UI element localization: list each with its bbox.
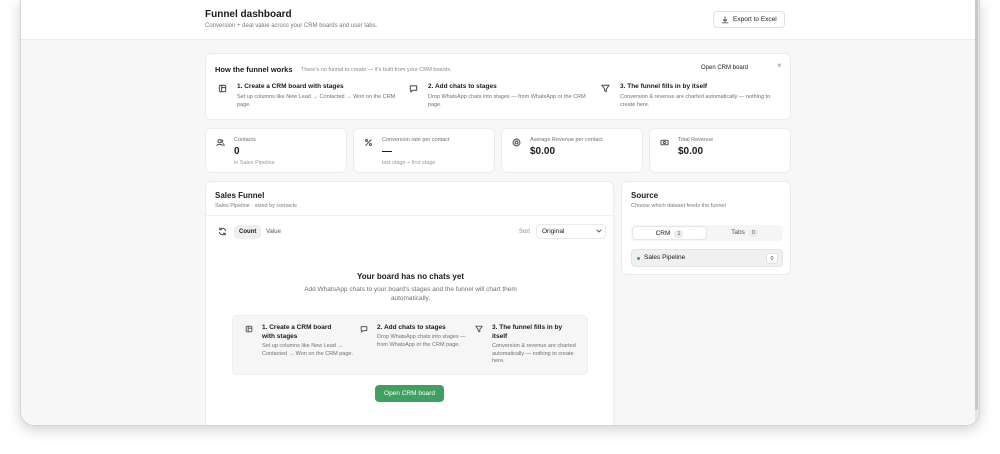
how-title: How the funnel works [215,65,293,74]
stat-label: Contacts [234,137,256,143]
app-window: Funnel dashboard Conversion + deal value… [20,0,980,426]
stat-average-revenue: Average Revenue per contact $0.00 [501,128,643,173]
page-subtitle: Conversion + deal value across your CRM … [205,23,378,29]
funnel-step-title: 3. The funnel fills in by itself [492,324,563,340]
tab-crm-count: 1 [674,230,684,238]
funnel-subtitle: Sales Pipeline · sized by contacts [215,203,297,209]
how-it-works-card: How the funnel works There's no funnel t… [205,53,791,120]
chat-icon [409,84,418,93]
funnel-title: Sales Funnel [215,191,265,200]
stat-label: Average Revenue per contact [530,137,603,143]
stat-total-revenue: Total Revenue $0.00 [649,128,791,173]
tab-tabs[interactable]: Tabs 0 [707,226,782,240]
how-step-title: 3. The funnel fills in by itself [620,83,708,90]
funnel-step-desc: Drop WhatsApp chats into stages — from W… [377,334,466,348]
how-step-desc: Drop WhatsApp chats into stages — from W… [428,94,586,108]
sort-select[interactable]: Original [536,224,606,239]
board-icon [218,84,227,93]
funnel-step-title: 1. Create a CRM board with stages [262,324,332,340]
open-crm-board-button[interactable]: Open CRM board [375,385,444,402]
sort-label: Sort [519,229,531,235]
export-excel-button[interactable]: Export to Excel [713,11,785,28]
value-toggle[interactable]: Value [266,225,281,239]
percent-icon [364,138,373,147]
scrollbar-thumb[interactable] [975,0,978,410]
how-subtitle: There's no funnel to create — it's built… [301,67,452,73]
download-icon [721,15,729,24]
funnel-step-desc: Conversion & revenue are charted automat… [492,343,576,364]
sort-value: Original [542,228,565,235]
stat-label: Conversion rate per contact [382,137,450,143]
tab-tabs-label: Tabs [731,229,745,236]
source-title: Source [631,191,659,200]
how-step-desc: Set up columns like New Lead → Contacted… [237,94,396,108]
chevron-down-icon [595,227,603,235]
page-title: Funnel dashboard [205,9,292,20]
source-item-name: Sales Pipeline [644,254,686,261]
stat-contacts: Contacts 0 in Sales Pipeline [205,128,347,173]
coin-icon [512,138,521,147]
empty-state-desc: Add WhatsApp chats to your board's stage… [304,286,517,302]
funnel-step-title: 2. Add chats to stages [377,324,446,331]
source-card: Source Choose which dataset feeds the fu… [621,181,791,275]
divider [206,215,615,216]
filter-icon [475,325,483,333]
stat-note: in Sales Pipeline [234,160,275,166]
empty-state-title: Your board has no chats yet [357,272,464,281]
chat-icon [360,325,368,333]
stat-value: 0 [234,146,240,157]
stat-note: last stage ÷ first stage [382,160,436,166]
sales-funnel-card: Sales Funnel Sales Pipeline · sized by c… [205,181,615,425]
stat-conversion-rate: Conversion rate per contact — last stage… [353,128,495,173]
source-subtitle: Choose which dataset feeds the funnel [631,203,726,209]
count-toggle[interactable]: Count [234,225,262,239]
source-tabs: CRM 1 Tabs 0 [631,225,783,241]
how-step-desc: Conversion & revenue are charted automat… [620,94,771,108]
stat-value: $0.00 [530,146,556,157]
source-item-count: 0 [766,253,778,264]
how-step-title: 2. Add chats to stages [428,83,497,90]
tab-crm[interactable]: CRM 1 [632,226,707,240]
stat-value: $0.00 [678,146,704,157]
close-icon[interactable]: × [777,61,782,70]
how-step-title: 1. Create a CRM board with stages [237,83,344,90]
page-header: Funnel dashboard Conversion + deal value… [21,0,977,40]
funnel-steps-box: 1. Create a CRM board with stages Set up… [232,315,588,375]
tab-tabs-count: 0 [748,229,758,237]
board-icon [245,325,253,333]
funnel-step-desc: Set up columns like New Lead → Contacted… [262,343,354,357]
tab-crm-label: CRM [655,230,671,237]
users-icon [216,138,225,147]
filter-icon [601,84,610,93]
status-dot [637,257,640,260]
open-crm-board-link[interactable]: Open CRM board [701,65,748,71]
export-excel-label: Export to Excel [733,16,777,23]
refresh-icon[interactable] [218,227,227,236]
stat-label: Total Revenue [678,137,714,143]
source-item-sales-pipeline[interactable]: Sales Pipeline 0 [631,249,783,267]
stat-value: — [382,146,392,157]
cash-icon [660,138,669,147]
scrollbar[interactable] [975,0,979,425]
